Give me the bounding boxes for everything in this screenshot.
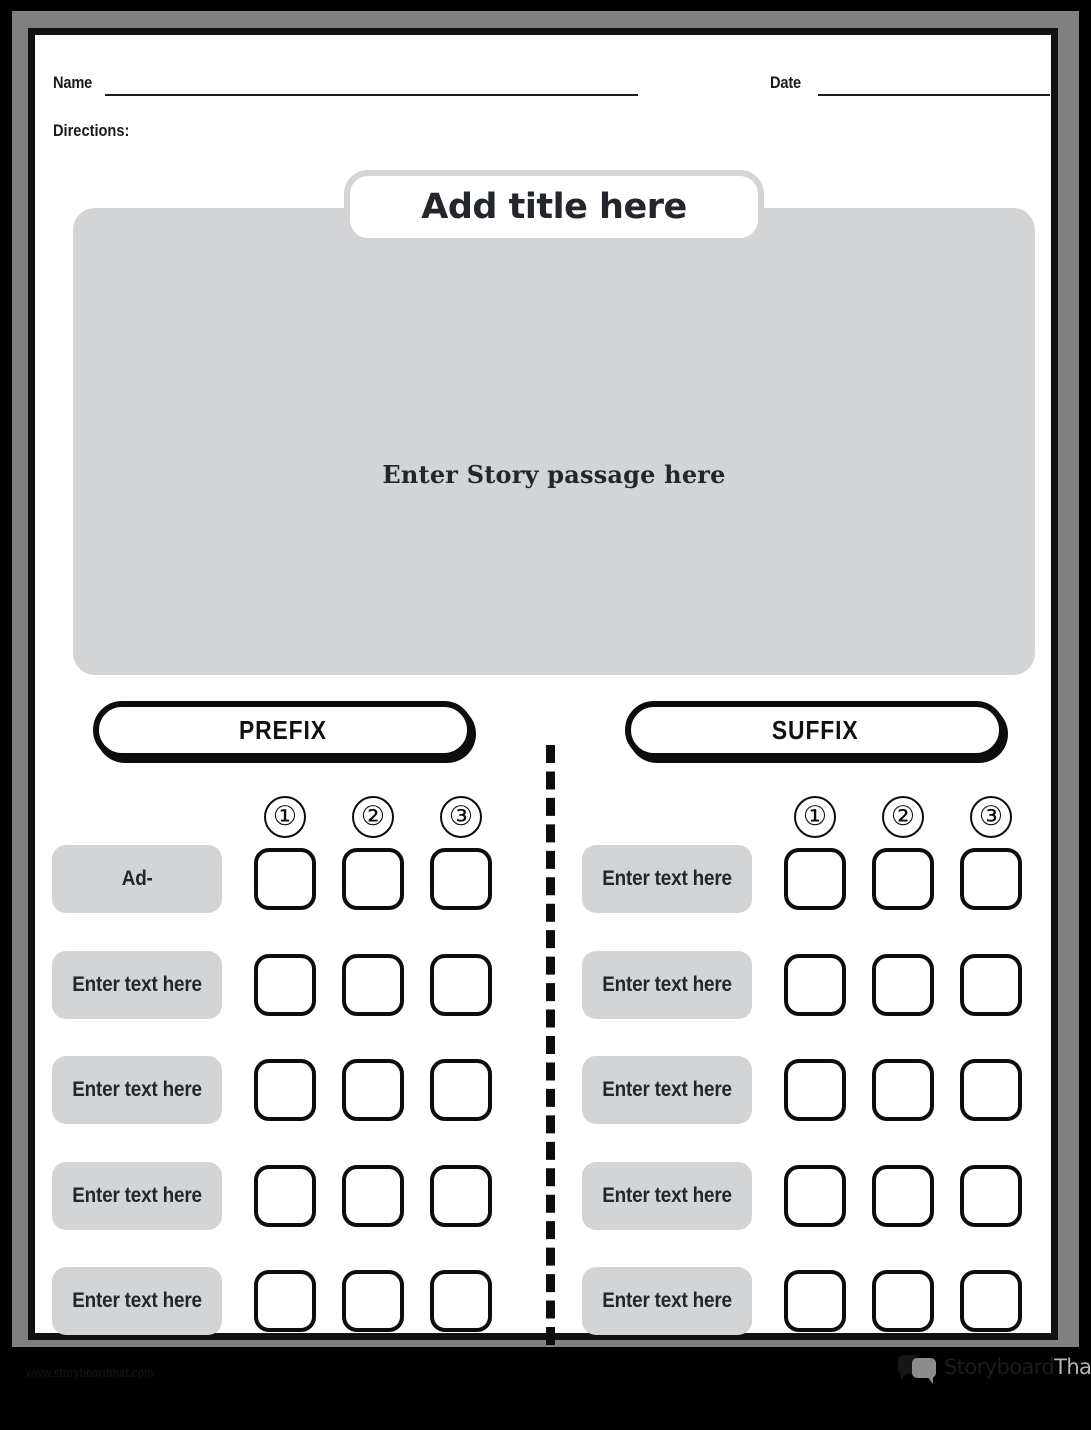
- suffix-answer-box-2-1[interactable]: [784, 954, 846, 1016]
- prefix-answer-box-1-1[interactable]: [254, 848, 316, 910]
- suffix-answer-box-3-1[interactable]: [784, 1059, 846, 1121]
- suffix-term-chip-2[interactable]: Enter text here: [582, 951, 752, 1019]
- prefix-section-heading: PREFIX: [93, 701, 473, 759]
- title-field[interactable]: Add title here: [344, 170, 764, 244]
- prefix-term-label-1: Ad-: [121, 867, 153, 891]
- suffix-answer-box-5-2[interactable]: [872, 1270, 934, 1332]
- suffix-answer-box-2-3[interactable]: [960, 954, 1022, 1016]
- suffix-term-label-1: Enter text here: [602, 867, 732, 891]
- logo-wordmark-primary: Storyboard: [944, 1355, 1055, 1379]
- suffix-answer-box-5-3[interactable]: [960, 1270, 1022, 1332]
- suffix-row-2: Enter text here: [565, 951, 1065, 1019]
- prefix-row-1: Ad-: [35, 845, 535, 913]
- prefix-answer-box-4-1[interactable]: [254, 1165, 316, 1227]
- suffix-term-label-2: Enter text here: [602, 973, 732, 997]
- date-label: Date: [770, 73, 802, 92]
- prefix-answer-box-5-3[interactable]: [430, 1270, 492, 1332]
- suffix-answer-box-4-2[interactable]: [872, 1165, 934, 1227]
- prefix-answer-box-2-3[interactable]: [430, 954, 492, 1016]
- prefix-heading-label: PREFIX: [239, 714, 327, 745]
- suffix-term-label-4: Enter text here: [602, 1184, 732, 1208]
- suffix-row-4: Enter text here: [565, 1162, 1065, 1230]
- story-passage-placeholder: Enter Story passage here: [382, 460, 726, 489]
- prefix-term-chip-1[interactable]: Ad-: [52, 845, 222, 913]
- worksheet-page: Name Date Directions: Enter Story passag…: [0, 0, 1091, 1430]
- suffix-row-3: Enter text here: [565, 1056, 1065, 1124]
- suffix-answer-box-1-3[interactable]: [960, 848, 1022, 910]
- prefix-term-label-3: Enter text here: [72, 1078, 202, 1102]
- suffix-answer-box-4-1[interactable]: [784, 1165, 846, 1227]
- logo-wordmark-secondary: That: [1054, 1355, 1091, 1379]
- suffix-answer-box-4-3[interactable]: [960, 1165, 1022, 1227]
- prefix-answer-box-1-2[interactable]: [342, 848, 404, 910]
- worksheet-paper: Name Date Directions: Enter Story passag…: [28, 28, 1058, 1345]
- title-placeholder: Add title here: [421, 187, 687, 227]
- prefix-answer-box-3-2[interactable]: [342, 1059, 404, 1121]
- footer-website-url: www.storyboardthat.com: [26, 1365, 154, 1380]
- suffix-answer-box-1-2[interactable]: [872, 848, 934, 910]
- prefix-answer-box-5-1[interactable]: [254, 1270, 316, 1332]
- prefix-answer-box-4-2[interactable]: [342, 1165, 404, 1227]
- prefix-term-label-2: Enter text here: [72, 973, 202, 997]
- prefix-answer-box-2-1[interactable]: [254, 954, 316, 1016]
- name-label: Name: [53, 73, 93, 92]
- directions-label: Directions:: [53, 121, 130, 140]
- prefix-answer-box-3-3[interactable]: [430, 1059, 492, 1121]
- prefix-row-5: Enter text here: [35, 1267, 535, 1335]
- prefix-term-chip-5[interactable]: Enter text here: [52, 1267, 222, 1335]
- suffix-term-label-3: Enter text here: [602, 1078, 732, 1102]
- suffix-row-1: Enter text here: [565, 845, 1065, 913]
- prefix-answer-box-3-1[interactable]: [254, 1059, 316, 1121]
- student-info-row: Name Date: [35, 65, 1051, 99]
- suffix-answer-box-5-1[interactable]: [784, 1270, 846, 1332]
- prefix-term-label-5: Enter text here: [72, 1289, 202, 1313]
- story-passage-box[interactable]: Enter Story passage here: [73, 208, 1035, 675]
- prefix-term-chip-2[interactable]: Enter text here: [52, 951, 222, 1019]
- prefix-term-chip-3[interactable]: Enter text here: [52, 1056, 222, 1124]
- prefix-column-number-3: ③: [440, 796, 482, 838]
- prefix-answer-box-2-2[interactable]: [342, 954, 404, 1016]
- suffix-term-chip-3[interactable]: Enter text here: [582, 1056, 752, 1124]
- suffix-section-heading: SUFFIX: [625, 701, 1005, 759]
- suffix-answer-box-3-3[interactable]: [960, 1059, 1022, 1121]
- suffix-column-number-2: ②: [882, 796, 924, 838]
- prefix-answer-box-1-3[interactable]: [430, 848, 492, 910]
- section-divider-dashed: [546, 745, 555, 1345]
- name-input-line[interactable]: [105, 94, 638, 96]
- suffix-term-chip-5[interactable]: Enter text here: [582, 1267, 752, 1335]
- suffix-term-label-5: Enter text here: [602, 1289, 732, 1313]
- speech-bubbles-icon: [898, 1353, 940, 1384]
- suffix-term-chip-1[interactable]: Enter text here: [582, 845, 752, 913]
- prefix-row-3: Enter text here: [35, 1056, 535, 1124]
- speech-bubble-front-icon: [912, 1358, 936, 1384]
- suffix-column-number-1: ①: [794, 796, 836, 838]
- prefix-column-number-1: ①: [264, 796, 306, 838]
- prefix-answer-box-4-3[interactable]: [430, 1165, 492, 1227]
- suffix-term-chip-4[interactable]: Enter text here: [582, 1162, 752, 1230]
- prefix-term-label-4: Enter text here: [72, 1184, 202, 1208]
- suffix-column-number-3: ③: [970, 796, 1012, 838]
- logo-wordmark: StoryboardThat: [944, 1355, 1091, 1379]
- prefix-term-chip-4[interactable]: Enter text here: [52, 1162, 222, 1230]
- prefix-answer-box-5-2[interactable]: [342, 1270, 404, 1332]
- prefix-row-4: Enter text here: [35, 1162, 535, 1230]
- suffix-row-5: Enter text here: [565, 1267, 1065, 1335]
- prefix-column-number-2: ②: [352, 796, 394, 838]
- suffix-answer-box-3-2[interactable]: [872, 1059, 934, 1121]
- suffix-heading-label: SUFFIX: [771, 714, 859, 745]
- suffix-answer-box-1-1[interactable]: [784, 848, 846, 910]
- suffix-answer-box-2-2[interactable]: [872, 954, 934, 1016]
- date-input-line[interactable]: [818, 94, 1050, 96]
- prefix-row-2: Enter text here: [35, 951, 535, 1019]
- storyboardthat-logo: StoryboardThat: [898, 1352, 1091, 1384]
